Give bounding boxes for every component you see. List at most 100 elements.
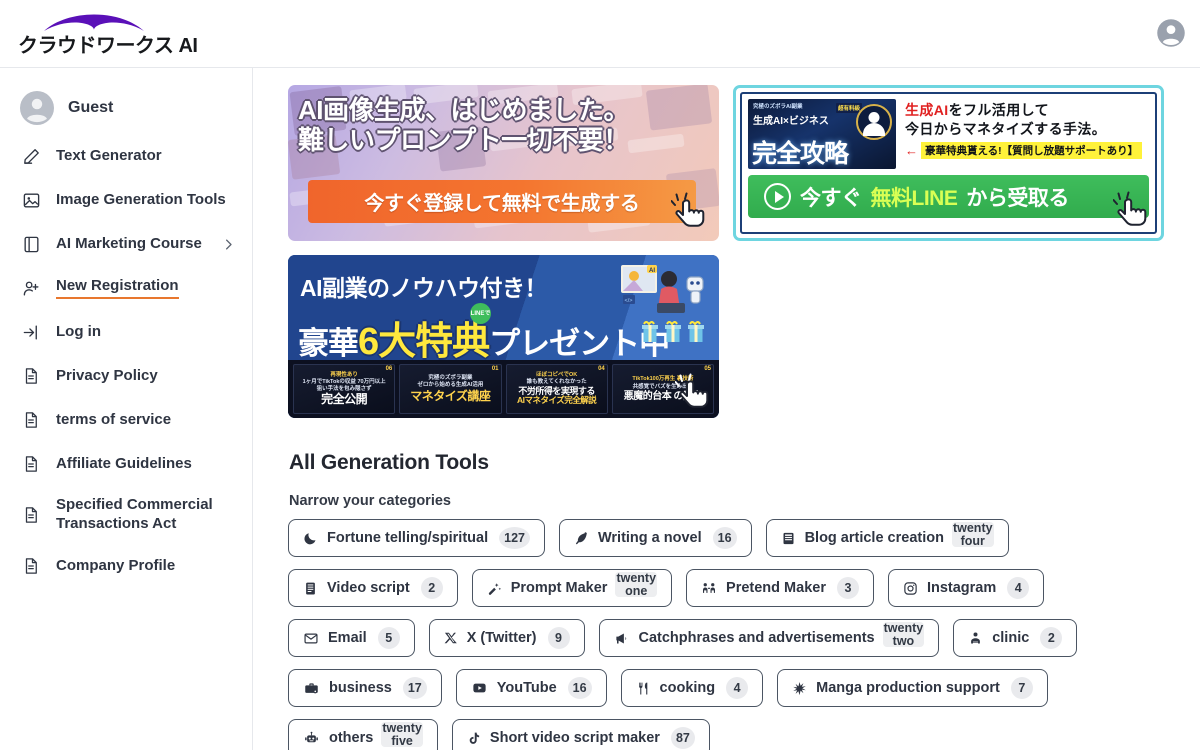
chip-count: twenty one <box>615 571 658 598</box>
chip-label: cooking <box>659 680 716 696</box>
category-chip-manga-production-support[interactable]: Manga production support 7 <box>777 669 1048 707</box>
sidebar-item-log-in[interactable]: Log in <box>0 310 252 354</box>
chip-label: Blog article creation <box>804 530 944 546</box>
chip-label: Video script <box>327 580 410 596</box>
promo-banner-grid: AI画像生成、はじめました。 難しいプロンプト一切不要！ 今すぐ登録して無料で生… <box>288 85 1172 418</box>
category-chip-catchphrases-and-advertisements[interactable]: Catchphrases and advertisements twenty tw… <box>598 619 940 657</box>
sidebar-item-label: Company Profile <box>56 556 176 574</box>
image-icon <box>20 189 42 211</box>
sidebar-item-text-generator[interactable]: Text Generator <box>0 134 252 178</box>
chip-count: 4 <box>1007 577 1030 599</box>
card-number: 06 <box>385 366 393 372</box>
thumbnail-caption-mid: 生成AI×ビジネス <box>753 116 829 127</box>
sidebar-item-guest[interactable]: Guest <box>0 82 252 134</box>
sidebar-item-label: Text Generator <box>56 146 162 164</box>
thumbnail-caption-big: 完全攻略 <box>752 140 849 168</box>
chip-count: 4 <box>726 677 749 699</box>
chip-label: X (Twitter) <box>466 630 537 646</box>
sidebar-item-company-profile[interactable]: Company Profile <box>0 544 252 588</box>
card-number: 05 <box>704 366 711 372</box>
category-chip-short-video-script-maker[interactable]: Short video script maker 87 <box>451 719 710 750</box>
document-icon <box>20 504 42 526</box>
play-circle-icon <box>764 183 791 210</box>
category-chip-youtube[interactable]: YouTube 16 <box>455 669 607 707</box>
card-big-text: 悪魔的台本 の魔力 <box>623 390 703 402</box>
chip-count: twenty five <box>381 721 423 748</box>
svg-text:AI: AI <box>649 268 655 274</box>
user-avatar-icon <box>1157 19 1185 47</box>
moon-icon <box>303 531 318 546</box>
header-avatar[interactable] <box>1156 18 1186 48</box>
promo-banner-line-offer[interactable]: 究極のズボラAI副業 超有料級 生成AI×ビジネス 完全攻略 生成AIをフル活用… <box>733 85 1164 241</box>
category-chip-pretend-maker[interactable]: Pretend Maker 3 <box>686 569 874 607</box>
category-chip-blog-article-creation[interactable]: Blog article creation twenty four <box>765 519 1009 557</box>
category-filter-list: Fortune telling/spiritual 127 Writing a … <box>288 519 1163 750</box>
robot-icon <box>303 731 320 746</box>
sidebar-item-affiliate-guidelines[interactable]: Affiliate Guidelines <box>0 442 252 486</box>
chip-label: clinic <box>992 630 1030 646</box>
sidebar-item-new-registration[interactable]: New Registration <box>0 266 252 310</box>
category-chip-prompt-maker[interactable]: Prompt Maker twenty one <box>471 569 673 607</box>
promo-banner-six-benefits[interactable]: AI副業のノウハウ付き！ 豪華6大特典プレゼント中 LINEで AI </> 0… <box>288 255 719 418</box>
benefit-card: 05 TikTok100万再生 裏技術 共感覚でバズを生み出す 悪魔的台本 の魔… <box>611 364 714 414</box>
sidebar-item-specified-commercial-transactions-act[interactable]: Specified Commercial Transactions Act <box>0 486 252 544</box>
category-chip-email[interactable]: Email 5 <box>288 619 415 657</box>
headline-highlight: 生成AI <box>905 102 949 118</box>
category-chip-video-script[interactable]: Video script 2 <box>288 569 458 607</box>
chip-label: Instagram <box>926 580 997 596</box>
main-content: AI画像生成、はじめました。 難しいプロンプト一切不要！ 今すぐ登録して無料で生… <box>253 68 1200 750</box>
sidebar-item-label: Specified Commercial Transactions Act <box>56 496 213 532</box>
benefit-card: 01 究極のズボラ副業 ゼロから始める生成AI活用 マネタイズ講座 <box>399 364 502 414</box>
category-chip-business[interactable]: business 17 <box>288 669 442 707</box>
promo-banner-image-generation[interactable]: AI画像生成、はじめました。 難しいプロンプト一切不要！ 今すぐ登録して無料で生… <box>288 85 719 241</box>
category-chip-instagram[interactable]: Instagram 4 <box>887 569 1045 607</box>
category-chip-others[interactable]: others twenty five <box>288 719 438 750</box>
chip-count: 5 <box>377 627 400 649</box>
benefit-text: 豪華特典貰える!【質問し放題サポートあり】 <box>921 141 1143 159</box>
chip-count: 2 <box>1040 627 1063 649</box>
chip-count: 127 <box>499 527 530 549</box>
chip-label: others <box>329 730 374 746</box>
banner-cta-button[interactable]: 今すぐ登録して無料で生成する <box>308 180 696 223</box>
category-chip-x-twitter[interactable]: X (Twitter) 9 <box>428 619 585 657</box>
card-top-text: TikTok100万再生 裏技術 <box>632 376 694 383</box>
card-mid-text: 共感覚でバズを生み出す <box>632 383 694 390</box>
sidebar-item-label: Privacy Policy <box>56 366 158 384</box>
card-top-text: 再現性あり <box>330 371 358 378</box>
chip-label: Email <box>328 630 367 646</box>
document-icon <box>20 453 42 475</box>
chevron-right-icon <box>221 237 236 252</box>
x-twitter-icon <box>444 631 458 645</box>
banner-cta-button[interactable]: 今すぐ 無料LINE から受取る <box>748 175 1149 218</box>
arrow-left-icon: ← <box>905 142 918 158</box>
youtube-icon <box>471 681 488 695</box>
chip-label: Manga production support <box>816 680 1000 696</box>
benefit-card: 04 ほぼコピペでOK 誰も教えてくれなかった 不労所得を実現する AIマネタイ… <box>505 364 608 414</box>
banner-headline-line1: AI副業のノウハウ付き！ <box>300 275 548 301</box>
instagram-icon <box>903 581 918 596</box>
chip-label: Catchphrases and advertisements <box>638 630 875 646</box>
banner-top-row: 究極のズボラAI副業 超有料級 生成AI×ビジネス 完全攻略 生成AIをフル活用… <box>748 99 1149 169</box>
sidebar-item-terms-of-service[interactable]: terms of service <box>0 398 252 442</box>
logo-text: クラウドワークス AI <box>18 34 198 57</box>
user-avatar-icon <box>20 91 54 125</box>
category-chip-writing-a-novel[interactable]: Writing a novel 16 <box>558 519 752 557</box>
script-icon <box>303 581 318 596</box>
app-logo[interactable]: クラウドワークス AI <box>18 9 198 59</box>
fork-knife-icon <box>636 681 651 696</box>
category-chip-fortune-telling[interactable]: Fortune telling/spiritual 127 <box>288 519 545 557</box>
chip-label: Fortune telling/spiritual <box>327 530 489 546</box>
sidebar-item-label: Image Generation Tools <box>56 190 226 208</box>
cta-text-post: から受取る <box>966 186 1069 210</box>
category-chip-cooking[interactable]: cooking 4 <box>620 669 764 707</box>
sidebar-item-privacy-policy[interactable]: Privacy Policy <box>0 354 252 398</box>
sidebar-item-ai-marketing-course[interactable]: AI Marketing Course <box>0 222 252 266</box>
pencil-icon <box>20 145 42 167</box>
card-big-text: 完全公開 <box>321 392 368 407</box>
chip-label: Prompt Maker <box>510 580 608 596</box>
section-subtitle: Narrow your categories <box>289 493 451 509</box>
chip-count: 3 <box>836 577 859 599</box>
sidebar-item-image-generation-tools[interactable]: Image Generation Tools <box>0 178 252 222</box>
document-icon <box>20 409 42 431</box>
category-chip-clinic[interactable]: clinic 2 <box>953 619 1078 657</box>
